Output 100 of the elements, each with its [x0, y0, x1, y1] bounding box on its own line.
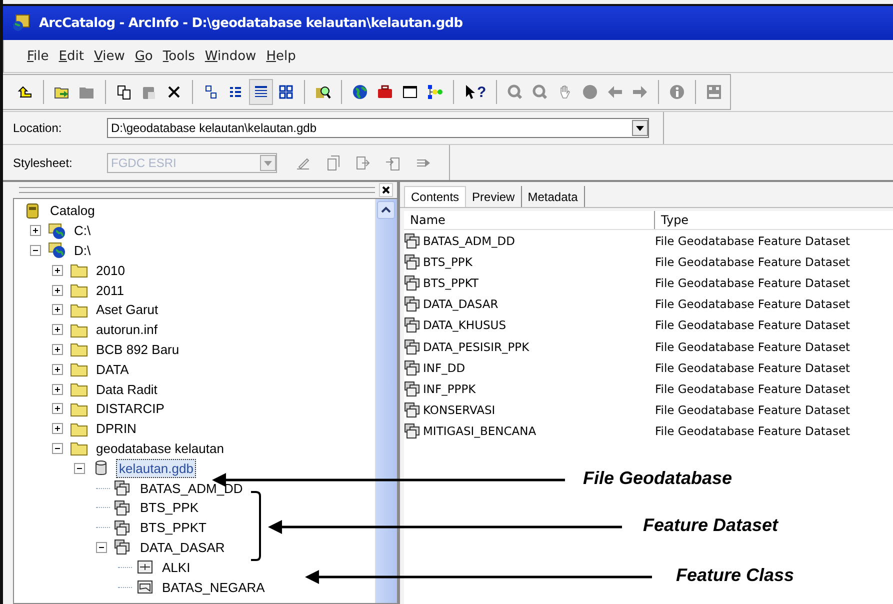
toolbar-button[interactable]: ? [460, 79, 490, 105]
collapse-icon[interactable] [74, 462, 85, 474]
folder-icon [70, 262, 88, 278]
toolbox-icon [377, 84, 393, 100]
tree-item[interactable]: Catalog [48, 202, 97, 220]
thumbnail-icon [706, 84, 722, 100]
line-layer-icon [136, 559, 154, 576]
info-icon [669, 84, 686, 100]
folder-icon [70, 420, 88, 437]
menu-item[interactable]: Edit [58, 46, 85, 66]
table-cell[interactable]: DATA_DASAR [423, 297, 498, 312]
stacked-squares-icon [404, 254, 422, 270]
annotation-label: Feature Class [676, 565, 794, 586]
menu-item[interactable]: Help [265, 46, 297, 66]
stacked-squares-icon [114, 480, 132, 496]
table-cell: File Geodatabase Feature Dataset [655, 276, 850, 290]
table-cell[interactable]: DATA_PESISIR_PPK [423, 340, 530, 354]
folder-icon [70, 302, 88, 318]
expand-icon[interactable] [52, 304, 63, 316]
tree-item[interactable]: C:\ [72, 222, 93, 240]
location-field[interactable]: D:\geodatabase kelautan\kelautan.gdb [107, 118, 649, 138]
table-cell: File Geodatabase Feature Dataset [655, 297, 850, 312]
tree-item[interactable]: Aset Garut [94, 301, 160, 318]
tree-item[interactable]: BTS_PPKT [138, 519, 208, 536]
expand-icon[interactable] [52, 284, 63, 296]
up-arrow-icon [17, 84, 33, 100]
stacked-squares-icon [404, 423, 422, 440]
menu-item[interactable]: Tools [162, 46, 196, 66]
document-arrow-icon [355, 154, 371, 170]
column-header[interactable]: Type [655, 211, 689, 229]
tree-item[interactable]: 2011 [94, 282, 126, 299]
table-cell[interactable]: MITIGASI_BENCANA [423, 424, 536, 438]
table-cell: File Geodatabase Feature Dataset [655, 360, 850, 375]
scroll-up-icon[interactable] [377, 201, 395, 219]
table-cell: File Geodatabase Feature Dataset [655, 424, 850, 438]
annotation-label: Feature Dataset [643, 515, 778, 536]
folder-icon [70, 381, 88, 398]
folder-icon [70, 341, 88, 358]
tree-item[interactable]: Data Radit [94, 380, 160, 398]
tree-item[interactable]: geodatabase kelautan [94, 440, 226, 457]
stacked-squares-icon [404, 360, 422, 376]
tree-item[interactable]: BTS_PPK [138, 499, 201, 516]
window-icon [402, 84, 418, 100]
tree-item[interactable]: BCB 892 Baru [94, 340, 182, 358]
large-icons-view-icon [203, 84, 219, 100]
tree-item[interactable]: DATA_DASAR [138, 538, 227, 556]
expand-icon[interactable] [52, 403, 63, 414]
tree-item[interactable]: DATA [94, 360, 131, 378]
table-cell[interactable]: BATAS_ADM_DD [423, 234, 516, 248]
node-graph-icon [427, 84, 443, 100]
expand-icon[interactable] [52, 423, 63, 434]
expand-icon[interactable] [52, 324, 63, 336]
expand-icon[interactable] [30, 225, 41, 236]
column-header[interactable]: Name [404, 211, 655, 229]
circle-icon [582, 84, 598, 100]
tree-item[interactable]: DISTARCIP [94, 400, 166, 418]
table-cell[interactable]: INF_PPPK [423, 382, 476, 396]
tree-item[interactable]: BATAS_ADM_DD [138, 480, 245, 497]
tab[interactable]: Preview [466, 186, 522, 207]
table-cell[interactable]: BTS_PPKT [423, 276, 479, 290]
search-icon [315, 84, 331, 100]
tree-item[interactable]: BATAS_NEGARA [160, 578, 267, 596]
table-cell[interactable]: DATA_KHUSUS [423, 318, 506, 332]
collapse-icon[interactable] [52, 442, 63, 454]
tab[interactable]: Contents [404, 186, 466, 207]
globe-icon [352, 84, 368, 100]
stacked-squares-icon [404, 274, 422, 291]
expand-icon[interactable] [52, 264, 63, 276]
menu-item[interactable]: Window [204, 46, 258, 66]
menu-item[interactable]: View [92, 46, 126, 66]
left-arrow-icon [607, 84, 624, 100]
stylesheet-label: Stylesheet: [13, 156, 74, 170]
drive-globe-icon [48, 222, 66, 239]
tree-item[interactable]: ALKI [160, 558, 192, 576]
table-cell[interactable]: INF_DD [423, 360, 466, 375]
thumbnails-view-icon [278, 84, 294, 100]
expand-icon[interactable] [52, 344, 63, 355]
tree-item[interactable]: kelautan.gdb [116, 458, 196, 478]
window-title: ArcCatalog - ArcInfo - D:\geodatabase kelautan\kelautan.gdb [39, 16, 463, 30]
tree-item[interactable]: DPRIN [94, 420, 138, 438]
toolbar-button[interactable] [249, 79, 273, 105]
drive-globe-icon [48, 242, 66, 258]
table-cell[interactable]: KONSERVASI [423, 403, 496, 418]
menu-item[interactable]: File [26, 46, 50, 66]
annotation-label: File Geodatabase [583, 468, 732, 489]
tree-item[interactable]: autorun.inf [94, 321, 160, 338]
tree-item[interactable]: 2010 [94, 262, 127, 279]
menu-item[interactable]: Go [134, 46, 154, 66]
tab[interactable]: Metadata [522, 186, 585, 207]
expand-icon[interactable] [52, 364, 63, 375]
document-arrow-icon [385, 154, 401, 170]
expand-icon[interactable] [52, 384, 63, 395]
tree-item[interactable]: D:\ [72, 242, 93, 259]
details-view-icon [253, 84, 269, 100]
close-icon[interactable] [379, 183, 393, 197]
table-cell[interactable]: BTS_PPK [423, 254, 472, 269]
collapse-icon[interactable] [96, 542, 107, 553]
table-cell: File Geodatabase Feature Dataset [655, 318, 850, 332]
scrollbar[interactable] [375, 199, 397, 603]
collapse-icon[interactable] [30, 244, 41, 256]
